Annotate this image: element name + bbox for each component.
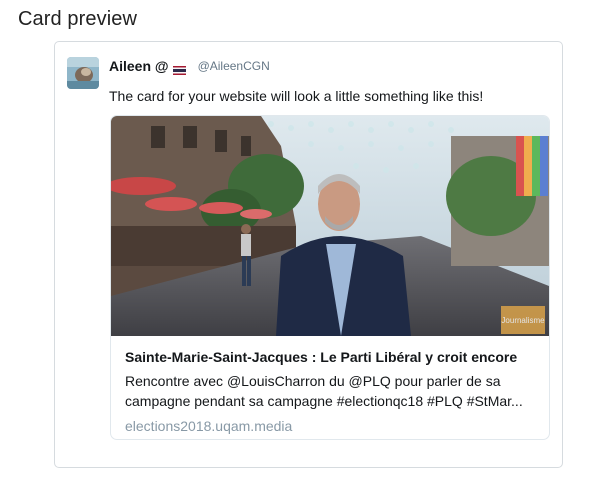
link-card[interactable]: Journalisme Sainte-Marie-Saint-Jacques :… xyxy=(110,115,550,440)
preview-frame: Aileen @ @AileenCGN The card for your we… xyxy=(54,41,563,468)
user-handle[interactable]: @AileenCGN xyxy=(198,59,270,73)
avatar[interactable] xyxy=(67,57,99,89)
tweet-text: The card for your website will look a li… xyxy=(109,88,484,104)
card-image[interactable] xyxy=(111,116,549,336)
avatar-image xyxy=(67,57,99,89)
thailand-flag-icon xyxy=(172,62,186,75)
tweet-header: Aileen @ @AileenCGN xyxy=(109,57,270,75)
card-description-line1: Rencontre avec @LouisCharron du @PLQ pou… xyxy=(125,373,501,389)
card-domain[interactable]: elections2018.uqam.media xyxy=(125,417,537,435)
journalisme-watermark: Journalisme xyxy=(501,306,545,334)
card-description: Rencontre avec @LouisCharron du @PLQ pou… xyxy=(125,371,537,411)
section-title: Card preview xyxy=(18,8,138,30)
card-preview-page: Card preview Aileen @ @AileenCGN The car… xyxy=(0,0,614,500)
card-description-line2: campagne pendant sa campagne #electionqc… xyxy=(125,393,523,409)
card-title[interactable]: Sainte-Marie-Saint-Jacques : Le Parti Li… xyxy=(125,348,537,366)
display-name[interactable]: Aileen @ xyxy=(109,58,169,74)
card-body: Sainte-Marie-Saint-Jacques : Le Parti Li… xyxy=(125,348,537,435)
